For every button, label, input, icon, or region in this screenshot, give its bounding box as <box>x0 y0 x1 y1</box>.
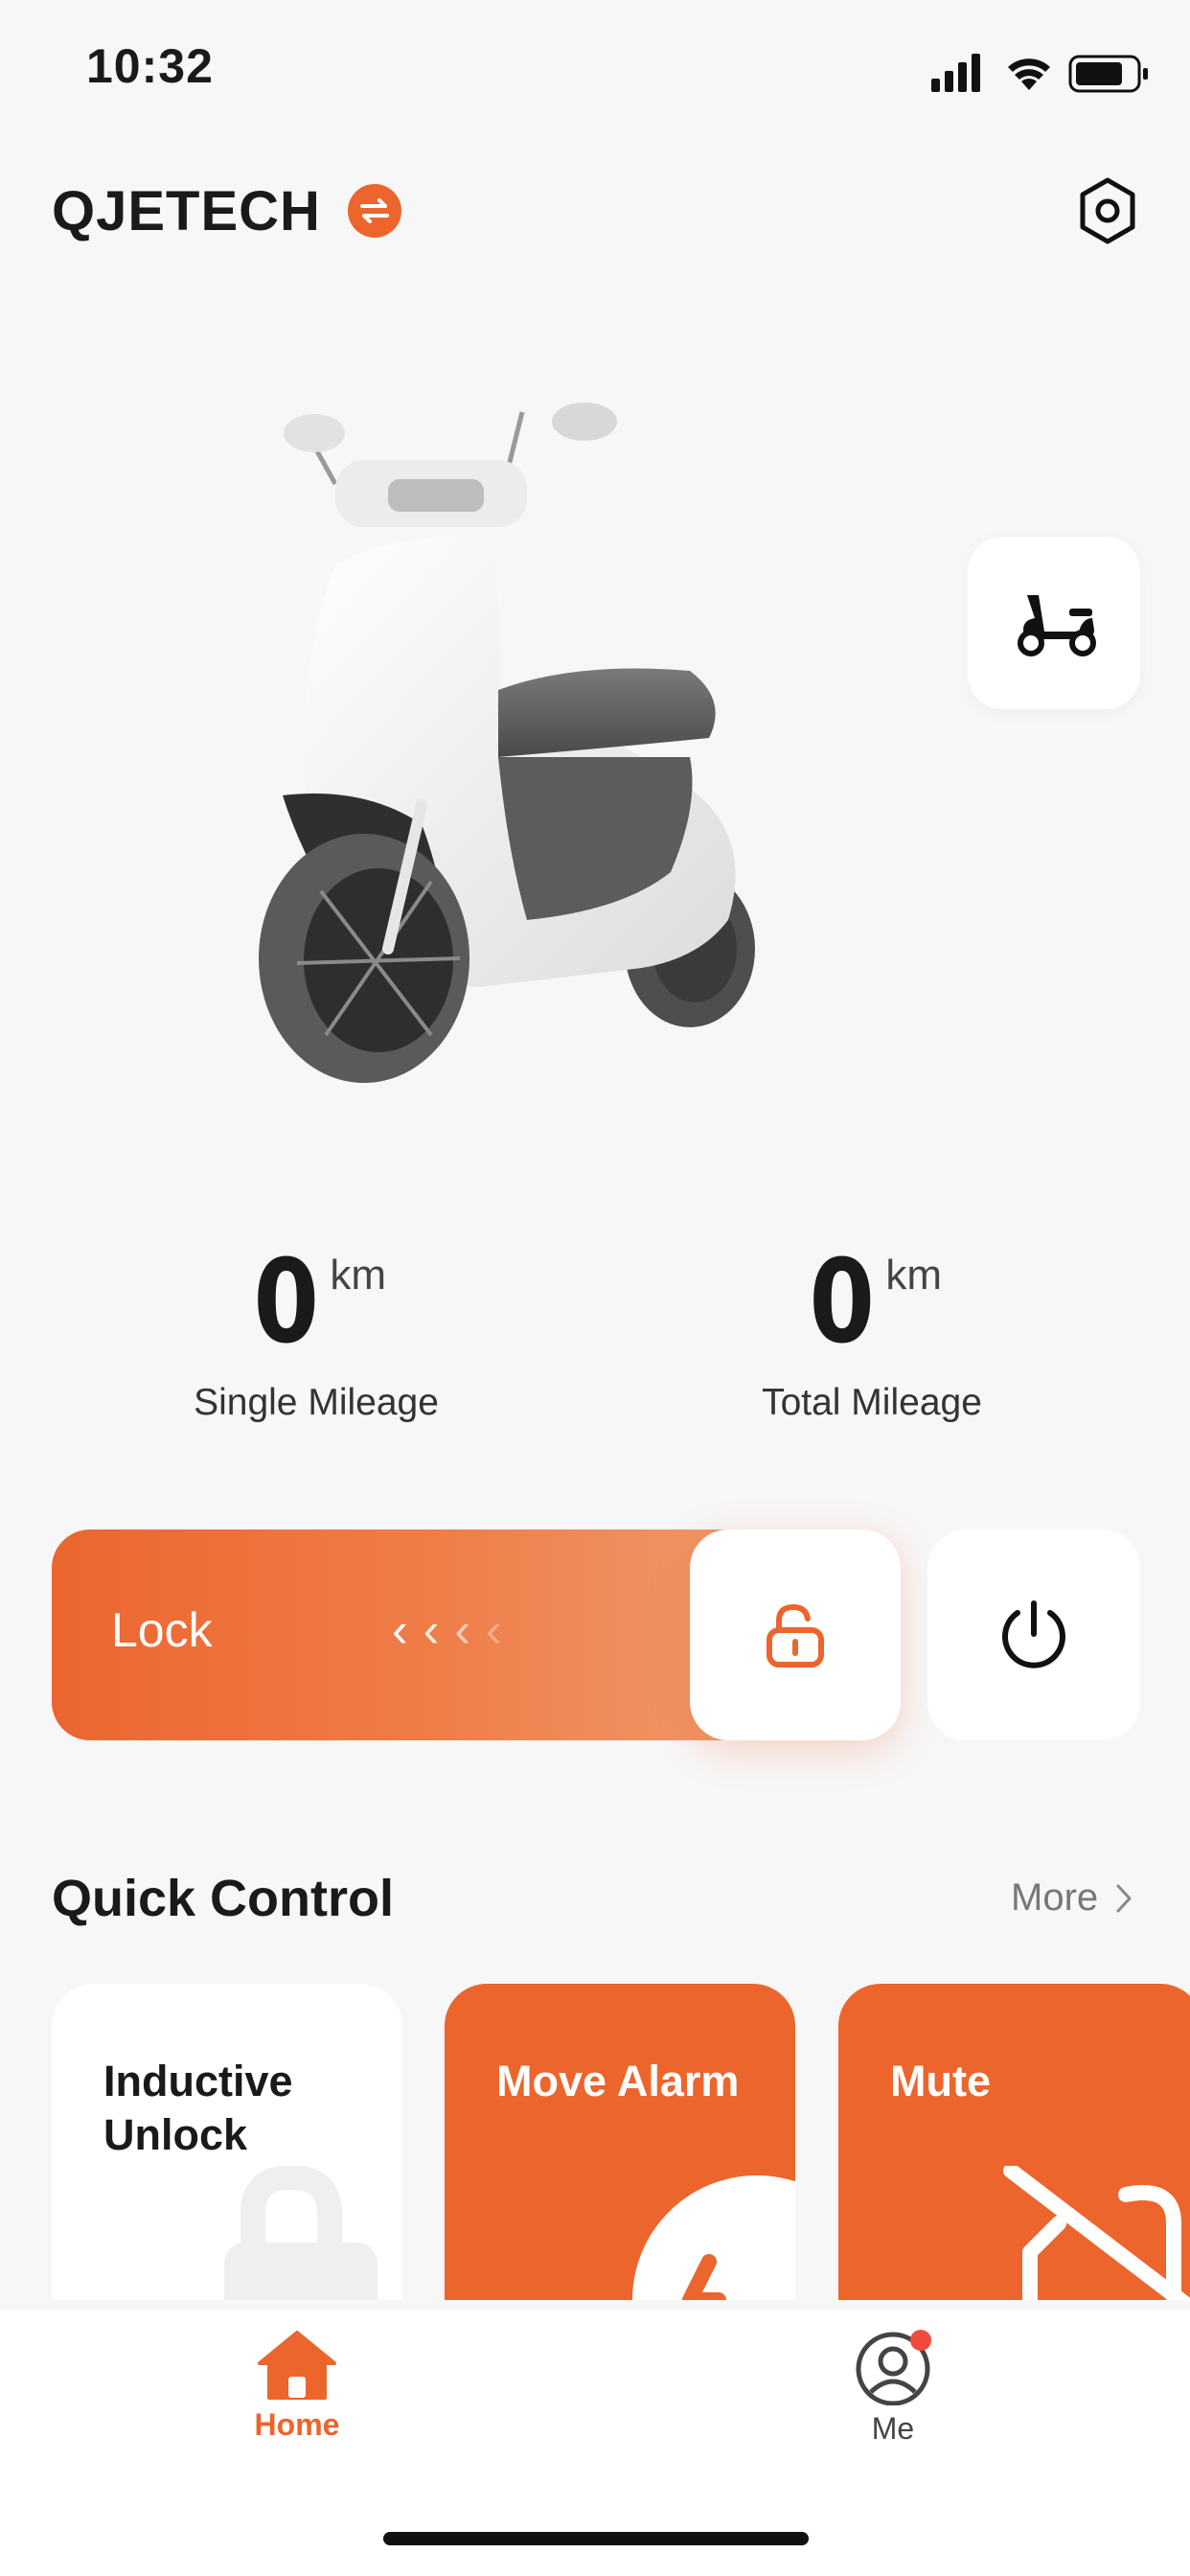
mute-icon <box>1003 2166 1190 2300</box>
quick-control-more-link[interactable]: More <box>1011 1876 1133 1920</box>
more-label: More <box>1011 1876 1099 1919</box>
status-time: 10:32 <box>86 39 214 93</box>
alarm-icon <box>632 2175 795 2300</box>
status-icons <box>931 54 1148 93</box>
unlocked-padlock-icon <box>767 1603 824 1668</box>
tab-me-label: Me <box>871 2411 915 2446</box>
tab-home[interactable]: Home <box>201 2329 393 2443</box>
total-mileage-unit: km <box>885 1252 943 1299</box>
padlock-icon <box>224 2166 378 2300</box>
hexagon-settings-icon[interactable] <box>1077 176 1138 245</box>
single-mileage: 0 km Single Mileage <box>134 1246 498 1424</box>
user-icon <box>856 2330 931 2405</box>
lock-label: Lock <box>111 1603 213 1657</box>
mute-card[interactable]: Mute <box>838 1984 1190 2300</box>
tab-me[interactable]: Me <box>797 2329 989 2447</box>
total-mileage-label: Total Mileage <box>762 1382 982 1423</box>
quick-control-title: Quick Control <box>52 1870 395 1927</box>
total-mileage: 0 km Total Mileage <box>690 1246 1054 1424</box>
slide-chevrons-icon: ‹‹‹‹ <box>392 1603 517 1657</box>
lock-slider-thumb[interactable] <box>690 1530 901 1740</box>
single-mileage-unit: km <box>330 1252 387 1299</box>
tab-home-label: Home <box>254 2407 340 2442</box>
vehicle-select-button[interactable] <box>968 537 1140 709</box>
swap-icon[interactable] <box>347 184 401 238</box>
single-mileage-value: 0 <box>253 1236 319 1369</box>
scooter-icon <box>1018 595 1096 656</box>
power-button[interactable] <box>927 1530 1140 1740</box>
move-alarm-card[interactable]: Move Alarm <box>445 1984 795 2300</box>
chevron-right-icon <box>1116 1884 1132 1912</box>
move-alarm-label: Move Alarm <box>496 2057 740 2105</box>
total-mileage-value: 0 <box>809 1236 875 1369</box>
home-indicator[interactable] <box>383 2532 809 2545</box>
home-icon <box>258 2331 336 2400</box>
mute-label: Mute <box>890 2057 991 2105</box>
lock-slider[interactable]: Lock ‹‹‹‹ <box>52 1530 901 1740</box>
brand-row[interactable]: QJETECH <box>52 172 401 249</box>
wifi-icon <box>1008 58 1050 90</box>
battery-icon <box>1068 55 1148 93</box>
brand-title: QJETECH <box>52 179 321 242</box>
single-mileage-label: Single Mileage <box>194 1382 439 1423</box>
scooter-illustration <box>259 402 755 1083</box>
inductive-unlock-label: Inductive Unlock <box>103 2057 293 2159</box>
inductive-unlock-card[interactable]: Inductive Unlock <box>52 1984 402 2300</box>
signal-icon <box>931 54 980 92</box>
power-icon <box>1002 1600 1065 1668</box>
notification-badge <box>910 2330 931 2351</box>
